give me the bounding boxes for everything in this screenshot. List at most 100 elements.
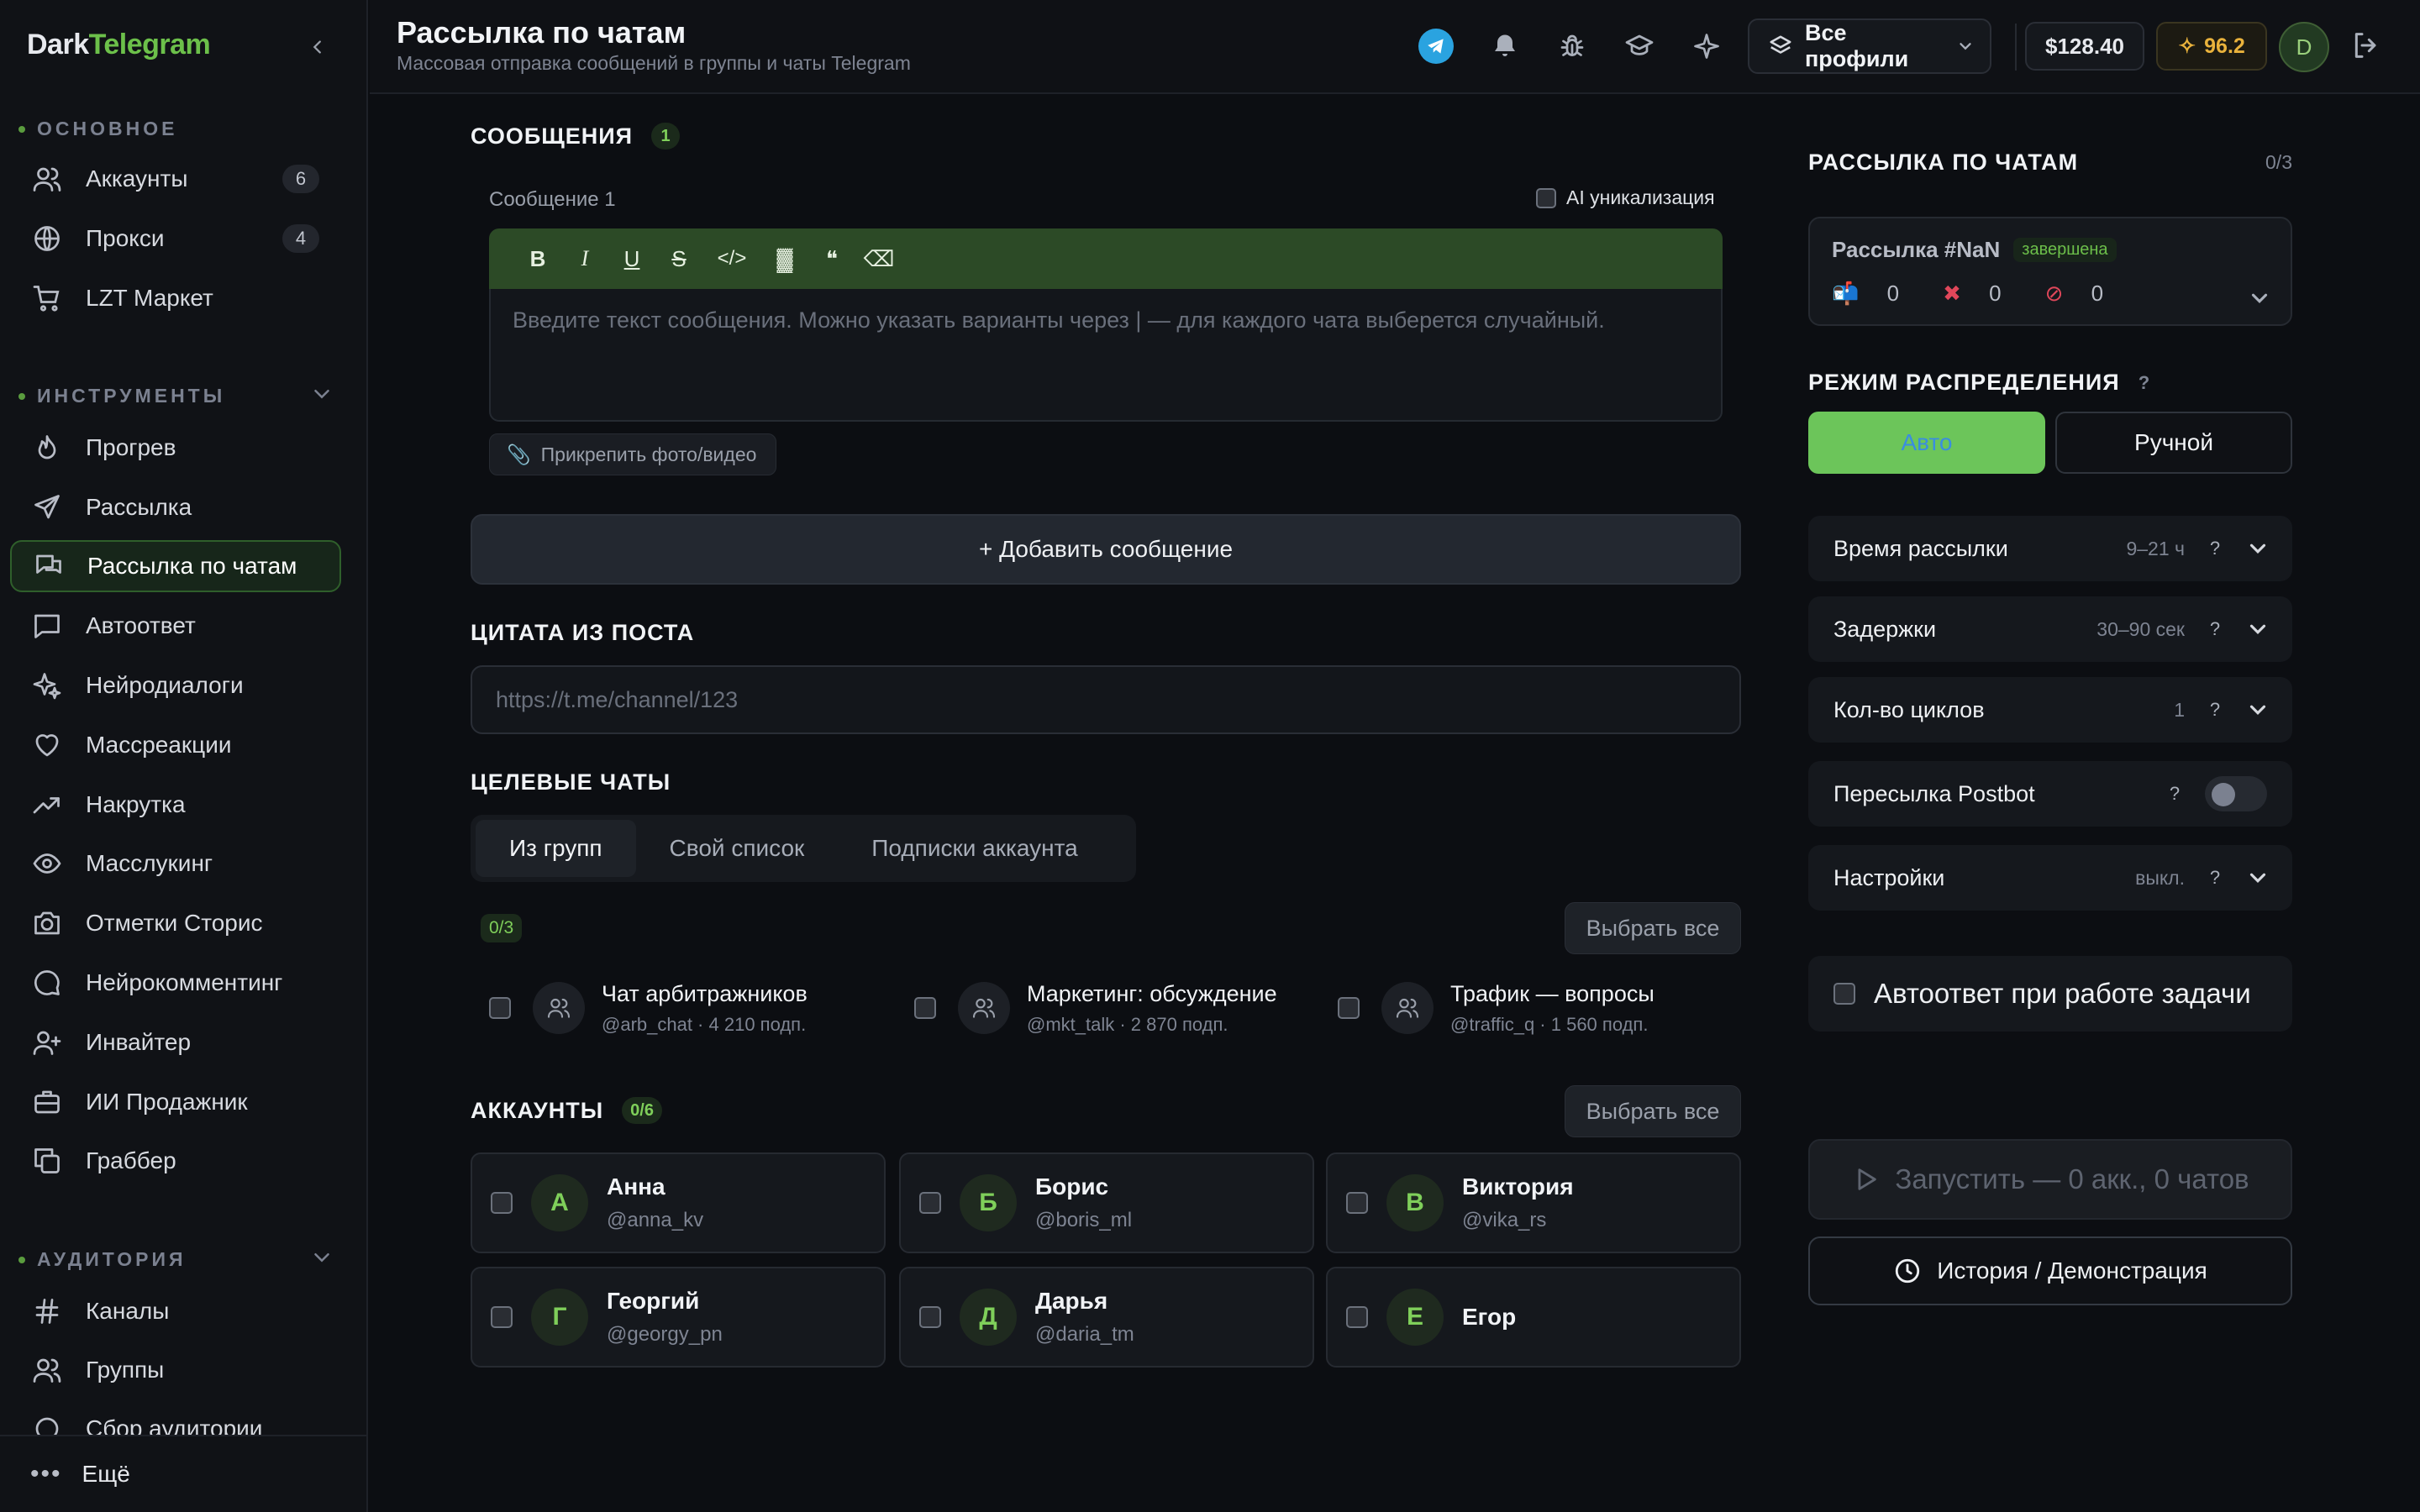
- account-checkbox[interactable]: [919, 1192, 941, 1214]
- account-card[interactable]: В Виктория @vika_rs: [1326, 1152, 1741, 1253]
- help-icon[interactable]: ?: [2198, 867, 2232, 889]
- chat-checkbox[interactable]: [914, 997, 936, 1019]
- account-card[interactable]: Д Дарья @daria_tm: [899, 1267, 1314, 1368]
- tab-from-groups[interactable]: Из групп: [476, 820, 636, 877]
- strikethrough-button[interactable]: S: [655, 239, 702, 279]
- settings-row[interactable]: Настройки выкл. ?: [1808, 845, 2292, 911]
- autoanswer-toggle[interactable]: Автоответ при работе задачи: [1808, 956, 2292, 1032]
- debug-button[interactable]: [1553, 27, 1591, 66]
- app-logo[interactable]: DarkTelegram: [27, 29, 211, 61]
- sidebar-item-label: Каналы: [86, 1298, 170, 1324]
- mode-manual-button[interactable]: Ручной: [2055, 412, 2292, 474]
- help-icon[interactable]: ?: [2198, 699, 2232, 721]
- cycles-row[interactable]: Кол-во циклов 1 ?: [1808, 677, 2292, 743]
- account-checkbox[interactable]: [491, 1192, 513, 1214]
- user-avatar[interactable]: D: [2279, 22, 2329, 72]
- run-button[interactable]: Запустить — 0 акк., 0 чатов: [1808, 1139, 2292, 1220]
- sidebar-item-mass-reactions[interactable]: Массреакции: [10, 719, 341, 771]
- account-handle: @vika_rs: [1462, 1209, 1547, 1231]
- italic-button[interactable]: I: [561, 239, 608, 279]
- section-tools[interactable]: ИНСТРУМЕНТЫ: [18, 385, 329, 407]
- sidebar-item-channels[interactable]: Каналы: [10, 1285, 341, 1337]
- sidebar-item-label: Прогрев: [86, 434, 176, 460]
- delays-row[interactable]: Задержки 30–90 сек ?: [1808, 596, 2292, 662]
- campaign-card[interactable]: Рассылка #NaN завершена 📬 0 ✖ 0 ⊘ 0: [1808, 217, 2292, 326]
- attach-media-button[interactable]: 📎 Прикрепить фото/видео: [489, 433, 776, 475]
- profiles-select[interactable]: Все профили: [1748, 18, 1991, 74]
- chat-checkbox[interactable]: [1338, 997, 1360, 1019]
- account-card[interactable]: Г Георгий @georgy_pn: [471, 1267, 886, 1368]
- account-handle: @daria_tm: [1035, 1323, 1134, 1346]
- chat-item[interactable]: Маркетинг: обсуждение @mkt_talk · 2 870 п…: [914, 974, 1277, 1042]
- sidebar-item-proxies[interactable]: Прокси 4: [10, 213, 341, 265]
- sidebar-item-story-tags[interactable]: Отметки Сторис: [10, 897, 341, 949]
- post-url-input[interactable]: [471, 665, 1741, 734]
- sidebar-item-neurodialogs[interactable]: Нейродиалоги: [10, 659, 341, 711]
- mailing-time-row[interactable]: Время рассылки 9–21 ч ?: [1808, 516, 2292, 581]
- mode-auto-button[interactable]: Авто: [1808, 412, 2045, 474]
- telegram-button[interactable]: [1418, 29, 1454, 64]
- help-icon[interactable]: ?: [2198, 618, 2232, 640]
- sidebar-item-boost[interactable]: Накрутка: [10, 779, 341, 831]
- accounts-heading: АККАУНТЫ 0/6: [471, 1097, 662, 1124]
- bold-button[interactable]: B: [514, 239, 561, 279]
- account-card[interactable]: Б Борис @boris_ml: [899, 1152, 1314, 1253]
- message-editor[interactable]: Введите текст сообщения. Можно указать в…: [489, 289, 1723, 422]
- ai-button[interactable]: [1687, 27, 1726, 66]
- sidebar-item-warmup[interactable]: Прогрев: [10, 422, 341, 474]
- sidebar-item-label: Накрутка: [86, 791, 186, 817]
- chat-checkbox[interactable]: [489, 997, 511, 1019]
- account-checkbox[interactable]: [1346, 1306, 1368, 1328]
- help-icon[interactable]: ?: [2198, 538, 2232, 559]
- chat-item[interactable]: Чат арбитражников @arb_chat · 4 210 подп.: [489, 974, 808, 1042]
- select-all-chats-button[interactable]: Выбрать все: [1565, 902, 1741, 954]
- clear-format-button[interactable]: ⌫: [855, 239, 902, 279]
- quote-button[interactable]: ❝: [808, 239, 855, 279]
- history-button-label: История / Демонстрация: [1937, 1257, 2207, 1284]
- account-card[interactable]: А Анна @anna_kv: [471, 1152, 886, 1253]
- sidebar-item-groups[interactable]: Группы: [10, 1344, 341, 1396]
- sidebar-item-masslooking[interactable]: Масслукинг: [10, 837, 341, 890]
- balance-badge[interactable]: $128.40: [2025, 22, 2144, 71]
- sidebar-item-ai-seller[interactable]: ИИ Продажник: [10, 1076, 341, 1128]
- autoanswer-checkbox[interactable]: [1833, 983, 1855, 1005]
- sidebar-item-neurocommenting[interactable]: Нейрокомментинг: [10, 957, 341, 1009]
- sidebar-item-accounts[interactable]: Аккаунты 6: [10, 153, 341, 205]
- select-all-accounts-button[interactable]: Выбрать все: [1565, 1085, 1741, 1137]
- account-checkbox[interactable]: [491, 1306, 513, 1328]
- code-button[interactable]: </>: [702, 239, 761, 279]
- notifications-button[interactable]: [1486, 27, 1524, 66]
- sidebar-item-inviter[interactable]: Инвайтер: [10, 1016, 341, 1068]
- section-main-label: ОСНОВНОЕ: [37, 118, 178, 139]
- ai-uniqueness-toggle[interactable]: AI уникализация: [1536, 186, 1715, 209]
- history-demo-button[interactable]: История / Демонстрация: [1808, 1236, 2292, 1305]
- section-audience[interactable]: АУДИТОРИЯ: [18, 1248, 329, 1271]
- sidebar-item-label: Граббер: [86, 1147, 176, 1173]
- chat-item[interactable]: Трафик — вопросы @traffic_q · 1 560 подп.: [1338, 974, 1655, 1042]
- sidebar-item-grabber[interactable]: Граббер: [10, 1135, 341, 1187]
- help-icon[interactable]: ?: [2139, 372, 2150, 394]
- account-card[interactable]: Е Егор: [1326, 1267, 1741, 1368]
- sidebar-item-chat-mailing[interactable]: Рассылка по чатам: [10, 540, 341, 592]
- sidebar-item-lzt-market[interactable]: LZT Маркет: [10, 272, 341, 324]
- tab-custom-list[interactable]: Свой список: [636, 820, 839, 877]
- education-button[interactable]: [1620, 27, 1659, 66]
- spoiler-button[interactable]: ▓: [761, 239, 808, 279]
- account-checkbox[interactable]: [1346, 1192, 1368, 1214]
- help-icon[interactable]: ?: [2158, 783, 2191, 805]
- collapse-sidebar-button[interactable]: [304, 30, 331, 64]
- sidebar-item-mailing[interactable]: Рассылка: [10, 481, 341, 533]
- tab-account-subscriptions[interactable]: Подписки аккаунта: [838, 820, 1111, 877]
- chat-meta: @mkt_talk · 2 870 подп.: [1027, 1013, 1228, 1035]
- stars-badge[interactable]: ✧ 96.2: [2156, 22, 2267, 71]
- underline-button[interactable]: U: [608, 239, 655, 279]
- account-avatar: Е: [1386, 1289, 1444, 1346]
- chevron-down-icon[interactable]: [2247, 286, 2272, 311]
- postbot-toggle[interactable]: [2205, 776, 2267, 811]
- ai-uniqueness-checkbox[interactable]: [1536, 187, 1556, 208]
- sidebar-more[interactable]: ••• Ещё: [0, 1435, 366, 1512]
- add-message-button[interactable]: + Добавить сообщение: [471, 514, 1741, 585]
- logout-button[interactable]: [2349, 29, 2386, 66]
- sidebar-item-autoreply[interactable]: Автоответ: [10, 600, 341, 652]
- account-checkbox[interactable]: [919, 1306, 941, 1328]
